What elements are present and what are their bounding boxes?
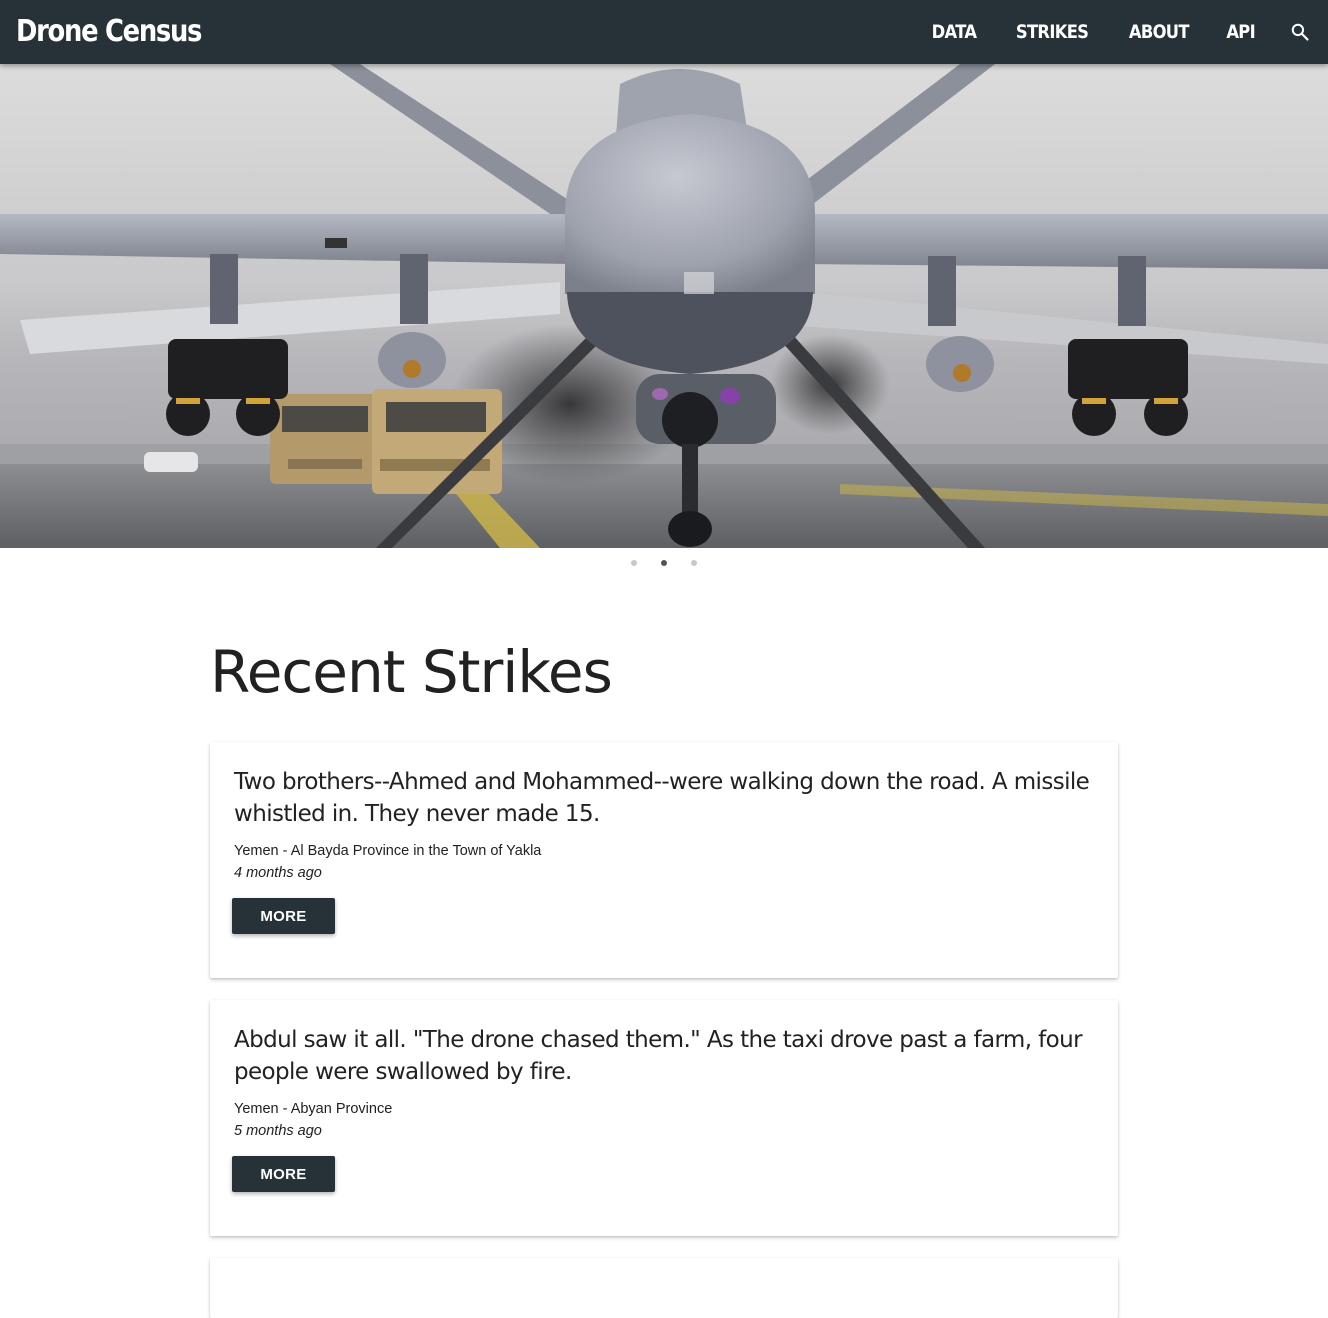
strike-time: 4 months ago (234, 865, 322, 881)
hero-carousel-image[interactable] (0, 64, 1328, 548)
brand-logo[interactable]: Drone Census (16, 14, 202, 49)
strike-card-partial (210, 1258, 1118, 1318)
nav-link-data[interactable]: DATA (919, 21, 990, 43)
search-button[interactable] (1272, 0, 1328, 64)
search-icon (1291, 23, 1309, 41)
strike-location: Yemen - Al Bayda Province in the Town of… (234, 843, 542, 859)
nav-link-strikes[interactable]: STRIKES (1003, 21, 1101, 43)
strike-location: Yemen - Abyan Province (234, 1101, 393, 1117)
strike-card: Two brothers--Ahmed and Mohammed--were w… (210, 742, 1118, 978)
carousel-dot-3[interactable] (691, 560, 697, 566)
top-navbar: Drone Census DATA STRIKES ABOUT API (0, 0, 1328, 64)
more-button[interactable]: MORE (232, 1156, 335, 1192)
strike-card: Abdul saw it all. "The drone chased them… (210, 1000, 1118, 1236)
carousel-indicators (0, 556, 1328, 570)
page-title: Recent Strikes (210, 638, 613, 706)
drone-hero-image (0, 64, 1328, 548)
nav-link-api[interactable]: API (1213, 21, 1267, 43)
nav-links: DATA STRIKES ABOUT API (913, 0, 1328, 64)
strike-headline: Abdul saw it all. "The drone chased them… (234, 1027, 1083, 1085)
carousel-dot-1[interactable] (631, 560, 637, 566)
nav-link-about[interactable]: ABOUT (1116, 21, 1202, 43)
more-button[interactable]: MORE (232, 898, 335, 934)
carousel-dot-2[interactable] (661, 560, 667, 566)
strike-headline: Two brothers--Ahmed and Mohammed--were w… (234, 769, 1090, 827)
strike-time: 5 months ago (234, 1123, 322, 1139)
recent-strikes-section: Recent Strikes Two brothers--Ahmed and M… (210, 630, 1118, 1318)
